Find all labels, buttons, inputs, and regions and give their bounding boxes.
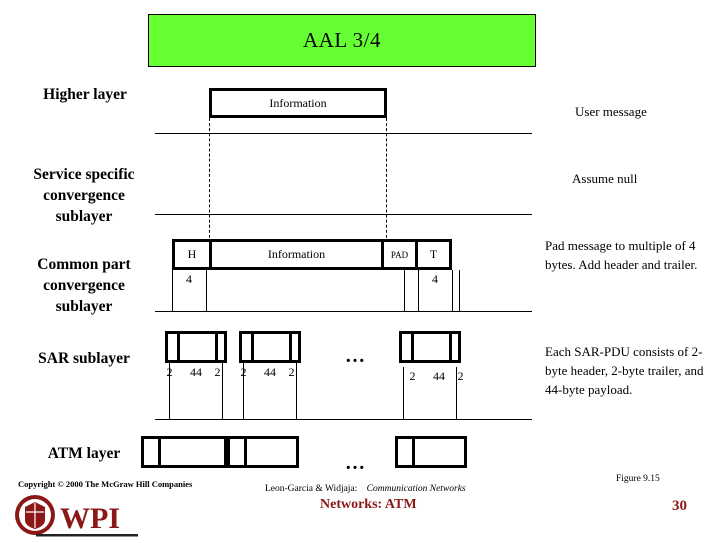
atm-cell — [227, 436, 299, 468]
note-pad-message: Pad message to multiple of 4 bytes. Add … — [545, 236, 720, 274]
sar-pdu-trailer-segment — [215, 334, 224, 360]
note-sar-pdu-text: Each SAR-PDU consists of 2-byte header, … — [545, 344, 704, 397]
copyright-notice: Copyright © 2000 The McGraw Hill Compani… — [18, 479, 193, 489]
sar-pdu-payload-segment — [411, 334, 449, 360]
sar-pdu-payload-size: 44 — [433, 369, 445, 383]
footer-authors: Leon-Garcia & Widjaja: — [265, 484, 358, 494]
layer-label-sar-sublayer: SAR sublayer — [14, 348, 154, 369]
cpcs-pdu-header-segment: H — [175, 242, 209, 267]
cpcs-pdu: H Information PAD T — [172, 239, 452, 270]
layer-divider-1 — [155, 133, 532, 134]
cpcs-pad-label: PAD — [390, 249, 409, 260]
ssc-sublayer-text: Service specific convergence sublayer — [33, 166, 135, 225]
higher-layer-pdu: Information — [209, 88, 387, 118]
layer-label-common-part-convergence-sublayer: Common part convergence sublayer — [14, 233, 154, 317]
layer-divider-3 — [155, 311, 532, 312]
sar-pdu-trailer-segment — [289, 334, 298, 360]
cpcs-header-label: H — [187, 247, 197, 261]
sar-measure-1a — [169, 363, 170, 419]
cpcs-to-sar-connector-a — [404, 270, 405, 311]
cpcs-header-size: 4 — [186, 272, 192, 286]
slide-title: AAL 3/4 — [303, 28, 381, 52]
cpcs-trailer-measure-right — [452, 270, 453, 311]
sar-pdu-header-segment — [168, 334, 177, 360]
atm-cell-payload-segment — [158, 439, 224, 465]
cpcs-pdu-pad-segment: PAD — [381, 242, 415, 267]
sar-pdu — [239, 331, 301, 363]
cpcs-trailer-label: T — [429, 247, 438, 261]
sar-measure-3b — [456, 367, 457, 419]
note-assume-null-text: Assume null — [572, 171, 638, 186]
wpi-logo-wordmark: WPI — [60, 502, 120, 535]
atm-cell — [395, 436, 467, 468]
sar-pdu-payload-segment — [177, 334, 215, 360]
atm-cell-header-segment — [230, 439, 244, 465]
wpi-logo-svg: WPI — [15, 495, 138, 537]
atm-cell-payload-segment — [412, 439, 464, 465]
sar-pdu-header-segment — [402, 334, 411, 360]
footer-book-citation: Leon-Garcia & Widjaja: Communication Net… — [265, 484, 466, 494]
sar-pdu-trailer-size: 2 — [457, 369, 464, 383]
sar-pdu — [165, 331, 227, 363]
higher-layer-pdu-label: Information — [269, 95, 327, 110]
note-user-message: User message — [575, 102, 715, 121]
slide-title-bar: AAL 3/4 — [148, 14, 536, 67]
cpcs-information-label: Information — [267, 247, 326, 261]
atm-cell-header-segment — [144, 439, 158, 465]
note-assume-null: Assume null — [572, 169, 712, 188]
cpcs-header-measure-right — [206, 270, 207, 311]
sar-measure-2b — [296, 363, 297, 419]
footer-book-title: Communication Networks — [366, 484, 466, 494]
layer-divider-2 — [155, 214, 532, 215]
sar-pdu-header-segment — [242, 334, 251, 360]
layer-label-atm-layer: ATM layer — [14, 443, 154, 464]
wpi-logo: WPI — [14, 494, 144, 538]
sar-measure-1b — [222, 363, 223, 419]
atm-cell-payload-segment — [244, 439, 296, 465]
sar-pdu-trailer-size: 2 — [288, 365, 295, 379]
page-number: 30 — [672, 498, 687, 514]
sar-pdu-payload-size: 44 — [264, 365, 276, 379]
sar-measure-3a — [403, 367, 404, 419]
note-pad-message-text: Pad message to multiple of 4 bytes. Add … — [545, 238, 698, 272]
layer-divider-4 — [155, 419, 532, 420]
dashed-guide-right — [386, 118, 387, 243]
sar-pdu-header-size: 2 — [409, 369, 416, 383]
sar-pdu-trailer-segment — [449, 334, 458, 360]
cpcs-pdu-information-segment: Information — [209, 242, 381, 267]
note-user-message-text: User message — [575, 104, 647, 119]
sar-ellipsis: … — [345, 345, 368, 367]
cpcs-trailer-size: 4 — [432, 272, 438, 286]
cpcs-pdu-trailer-segment: T — [415, 242, 449, 267]
cpc-sublayer-text: Common part convergence sublayer — [37, 256, 131, 315]
atm-cell — [141, 436, 227, 468]
sar-pdu-trailer-size: 2 — [214, 365, 221, 379]
higher-layer-pdu-information-segment: Information — [212, 91, 384, 115]
atm-layer-text: ATM layer — [47, 445, 121, 462]
dashed-guide-left — [209, 118, 210, 243]
higher-layer-text: Higher layer — [43, 86, 127, 103]
figure-number: Figure 9.15 — [616, 474, 660, 484]
sar-sublayer-text: SAR sublayer — [38, 350, 130, 367]
layer-label-service-specific-convergence-sublayer: Service specific convergence sublayer — [14, 143, 154, 227]
note-sar-pdu: Each SAR-PDU consists of 2-byte header, … — [545, 342, 720, 399]
cpcs-to-sar-connector-b — [459, 270, 460, 311]
atm-cell-header-segment — [398, 439, 412, 465]
sar-measure-2a — [243, 363, 244, 419]
sar-pdu-payload-size: 44 — [190, 365, 202, 379]
atm-ellipsis: … — [345, 452, 368, 474]
sar-pdu-payload-segment — [251, 334, 289, 360]
sar-pdu — [399, 331, 461, 363]
layer-label-higher-layer: Higher layer — [20, 84, 150, 105]
footer-chapter: Networks: ATM — [320, 497, 417, 512]
